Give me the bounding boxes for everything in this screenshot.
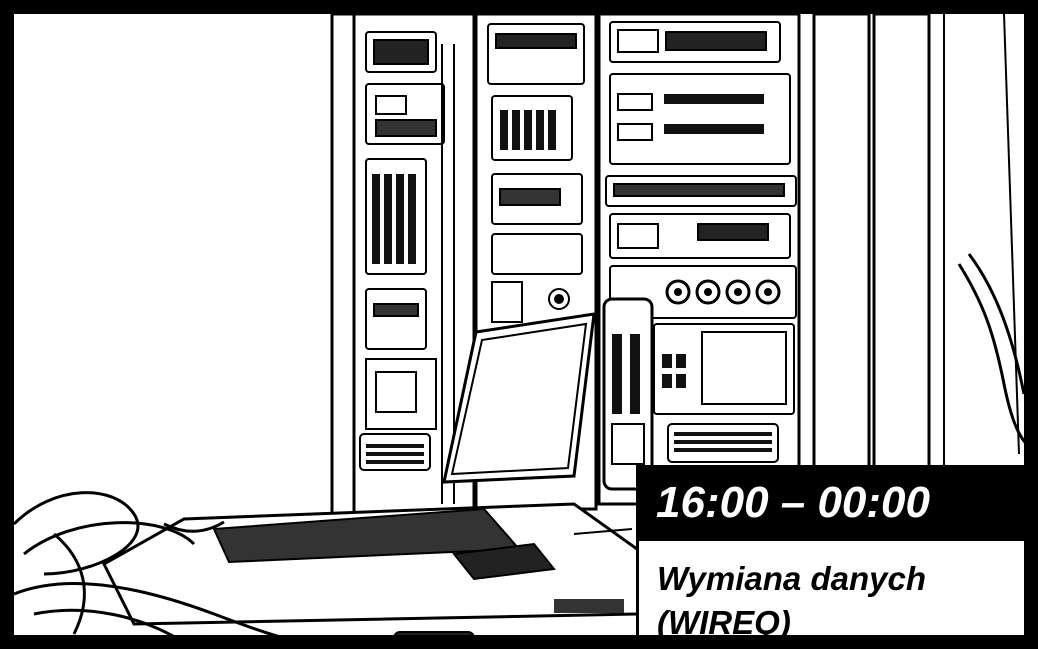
event-time: 16:00 – 00:00 xyxy=(636,465,1024,541)
event-caption: 16:00 – 00:00 Wymiana danych (WIREQ) xyxy=(636,465,1024,635)
event-title: Wymiana danych (WIREQ) xyxy=(636,541,1024,635)
slide-frame: 16:00 – 00:00 Wymiana danych (WIREQ) xyxy=(0,0,1038,649)
server-cabinet-edge xyxy=(812,14,1024,506)
ups-tower xyxy=(602,297,654,491)
